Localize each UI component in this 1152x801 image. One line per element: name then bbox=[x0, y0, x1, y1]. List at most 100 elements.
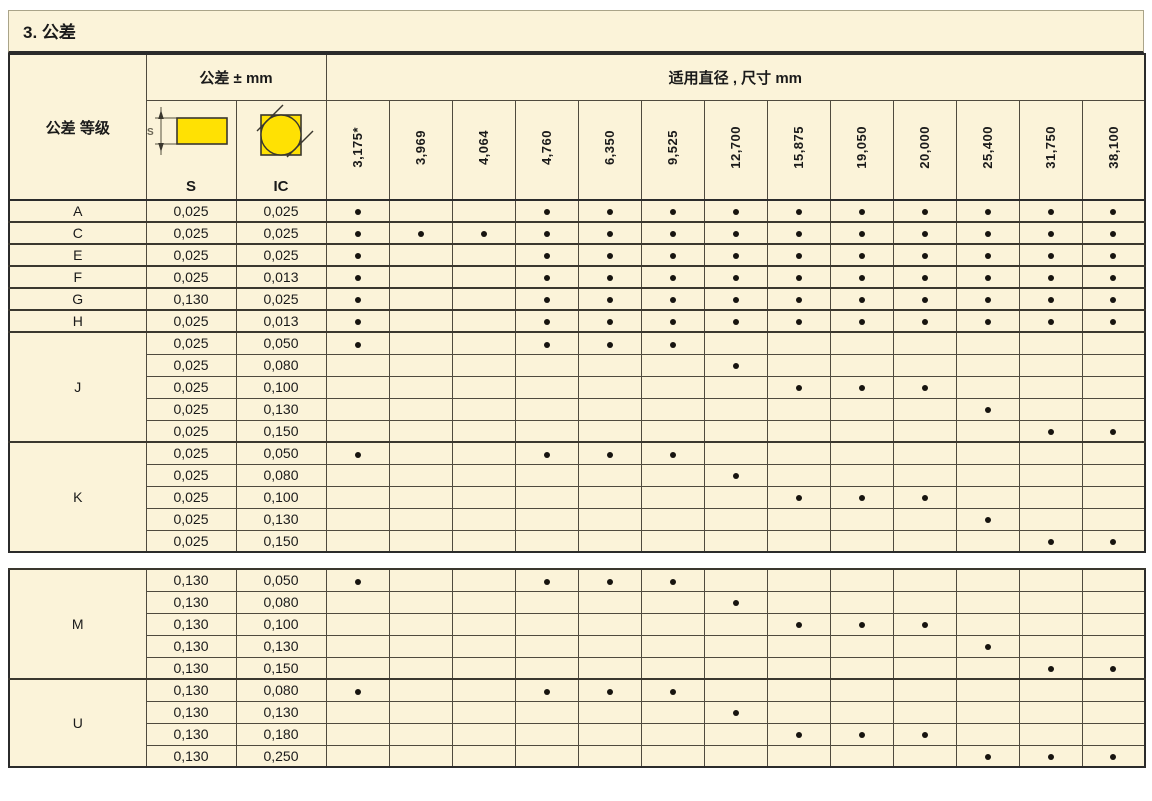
dot-icon bbox=[859, 231, 865, 237]
diameter-empty-cell bbox=[893, 354, 956, 376]
table-row: J0,0250,050 bbox=[9, 332, 1145, 354]
dot-icon bbox=[355, 342, 361, 348]
diameter-empty-cell bbox=[1082, 508, 1145, 530]
diameter-empty-cell bbox=[515, 530, 578, 552]
diameter-column-header: 3,175* bbox=[326, 100, 389, 200]
diameter-empty-cell bbox=[767, 679, 830, 701]
table-row: E0,0250,025 bbox=[9, 244, 1145, 266]
diameter-applicable-cell bbox=[956, 266, 1019, 288]
diameter-applicable-cell bbox=[326, 266, 389, 288]
diameter-empty-cell bbox=[452, 723, 515, 745]
diameter-empty-cell bbox=[326, 530, 389, 552]
tolerance-group-F: F0,0250,013 bbox=[9, 266, 1145, 288]
diameter-applicable-cell bbox=[641, 200, 704, 222]
diameter-empty-cell bbox=[515, 745, 578, 767]
diameter-applicable-cell bbox=[515, 332, 578, 354]
diameter-empty-cell bbox=[830, 332, 893, 354]
diameter-empty-cell bbox=[515, 464, 578, 486]
ic-tolerance-cell: 0,100 bbox=[236, 613, 326, 635]
dot-icon bbox=[544, 452, 550, 458]
ic-tolerance-cell: 0,080 bbox=[236, 591, 326, 613]
s-symbol-header: S S bbox=[146, 100, 236, 200]
diameter-empty-cell bbox=[1019, 376, 1082, 398]
tolerance-group-E: E0,0250,025 bbox=[9, 244, 1145, 266]
diameter-empty-cell bbox=[1082, 569, 1145, 591]
s-tolerance-cell: 0,025 bbox=[146, 266, 236, 288]
table-row: F0,0250,013 bbox=[9, 266, 1145, 288]
dot-icon bbox=[607, 231, 613, 237]
diameter-empty-cell bbox=[1082, 723, 1145, 745]
diameter-empty-cell bbox=[389, 266, 452, 288]
diameter-empty-cell bbox=[704, 332, 767, 354]
diameter-empty-cell bbox=[767, 657, 830, 679]
diameter-applicable-cell bbox=[893, 200, 956, 222]
diameter-applicable-cell bbox=[830, 200, 893, 222]
diameter-value-label: 3,969 bbox=[413, 130, 428, 165]
diameter-empty-cell bbox=[515, 613, 578, 635]
dot-icon bbox=[1110, 319, 1116, 325]
table-row: 0,0250,150 bbox=[9, 420, 1145, 442]
diameter-empty-cell bbox=[452, 486, 515, 508]
diameter-applicable-cell bbox=[893, 723, 956, 745]
diameter-empty-cell bbox=[515, 354, 578, 376]
s-tolerance-cell: 0,025 bbox=[146, 310, 236, 332]
diameter-applicable-cell bbox=[767, 266, 830, 288]
diameter-empty-cell bbox=[767, 569, 830, 591]
diameter-applicable-cell bbox=[641, 569, 704, 591]
table-row: 0,0250,080 bbox=[9, 464, 1145, 486]
diameter-value-label: 15,875 bbox=[791, 126, 806, 169]
diameter-empty-cell bbox=[326, 464, 389, 486]
dot-icon bbox=[859, 297, 865, 303]
tolerance-class-cell: H bbox=[9, 310, 146, 332]
diameter-applicable-cell bbox=[956, 244, 1019, 266]
dot-icon bbox=[733, 710, 739, 716]
dot-icon bbox=[922, 495, 928, 501]
table-row: 0,1300,130 bbox=[9, 635, 1145, 657]
diameter-empty-cell bbox=[830, 530, 893, 552]
diameter-empty-cell bbox=[704, 635, 767, 657]
diameter-empty-cell bbox=[1019, 464, 1082, 486]
s-tolerance-cell: 0,025 bbox=[146, 442, 236, 464]
diameter-empty-cell bbox=[641, 376, 704, 398]
dot-icon bbox=[355, 579, 361, 585]
table-row: 0,1300,250 bbox=[9, 745, 1145, 767]
diameter-empty-cell bbox=[389, 464, 452, 486]
dot-icon bbox=[544, 342, 550, 348]
diameter-applicable-cell bbox=[956, 288, 1019, 310]
s-tolerance-cell: 0,025 bbox=[146, 376, 236, 398]
diameter-column-header: 4,064 bbox=[452, 100, 515, 200]
diameter-applicable-cell bbox=[767, 376, 830, 398]
diameter-applicable-cell bbox=[641, 222, 704, 244]
diameter-empty-cell bbox=[578, 508, 641, 530]
diameter-empty-cell bbox=[1082, 376, 1145, 398]
diameter-column-header: 25,400 bbox=[956, 100, 1019, 200]
diameter-value-label: 9,525 bbox=[665, 130, 680, 165]
diameter-column-header: 4,760 bbox=[515, 100, 578, 200]
diameter-value-label: 19,050 bbox=[854, 126, 869, 169]
ic-column-label: IC bbox=[274, 179, 289, 195]
ic-tolerance-cell: 0,025 bbox=[236, 200, 326, 222]
dot-icon bbox=[922, 319, 928, 325]
ic-tolerance-cell: 0,025 bbox=[236, 288, 326, 310]
dot-icon bbox=[418, 231, 424, 237]
ic-tolerance-cell: 0,100 bbox=[236, 486, 326, 508]
dot-icon bbox=[796, 385, 802, 391]
diameter-applicable-cell bbox=[956, 398, 1019, 420]
dot-icon bbox=[985, 644, 991, 650]
dot-icon bbox=[985, 517, 991, 523]
diameter-applicable-cell bbox=[578, 679, 641, 701]
diameter-applicable-cell bbox=[1082, 657, 1145, 679]
dot-icon bbox=[1048, 319, 1054, 325]
ic-tolerance-cell: 0,025 bbox=[236, 244, 326, 266]
dot-icon bbox=[355, 275, 361, 281]
dot-icon bbox=[1110, 231, 1116, 237]
dot-icon bbox=[544, 253, 550, 259]
dot-icon bbox=[859, 732, 865, 738]
dot-icon bbox=[1048, 253, 1054, 259]
dot-icon bbox=[859, 385, 865, 391]
dot-icon bbox=[355, 297, 361, 303]
diameter-empty-cell bbox=[515, 376, 578, 398]
diameter-empty-cell bbox=[704, 530, 767, 552]
diameter-applicable-cell bbox=[326, 569, 389, 591]
diameter-empty-cell bbox=[704, 508, 767, 530]
